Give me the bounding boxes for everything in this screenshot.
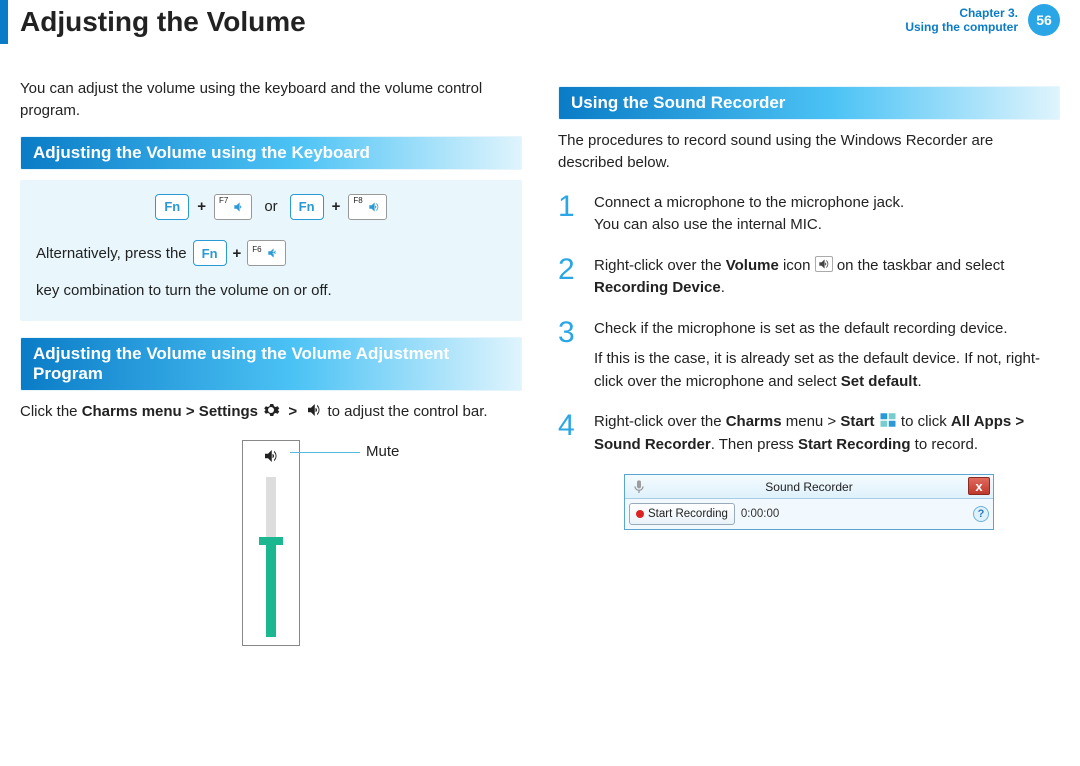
f7-key-label: F7 <box>219 196 228 205</box>
f6-key-label: F6 <box>252 242 261 259</box>
step-2: 2 Right-click over the Volume icon on th… <box>558 255 1060 300</box>
volume-icon <box>305 401 323 419</box>
step-number: 2 <box>558 255 582 300</box>
s4-sr: Start Recording <box>798 436 911 453</box>
f8-key-label: F8 <box>353 196 362 205</box>
click-charms-text: Click the Charms menu > Settings > to ad… <box>20 401 522 423</box>
volume-mute-area <box>243 447 299 469</box>
step4-text: Right-click over the Charms menu > Start… <box>594 411 1060 456</box>
charms-path: Charms menu > Settings <box>82 403 258 420</box>
step3-line2: If this is the case, it is already set a… <box>594 348 1060 393</box>
step1-line2: You can also use the internal MIC. <box>594 214 1060 237</box>
taskbar-volume-icon <box>815 256 833 272</box>
step-number: 3 <box>558 318 582 394</box>
s4-end: to record. <box>910 436 978 453</box>
gear-icon <box>262 401 280 419</box>
steps-list: 1 Connect a microphone to the microphone… <box>558 192 1060 457</box>
sound-recorder-body: Start Recording 0:00:00 ? <box>625 499 993 529</box>
s4-mid3: . Then press <box>711 436 798 453</box>
record-dot-icon <box>636 510 644 518</box>
step-4: 4 Right-click over the Charms menu > Sta… <box>558 411 1060 456</box>
volume-panel <box>242 440 300 646</box>
volume-track <box>266 477 276 637</box>
sound-recorder-title: Sound Recorder <box>765 480 852 494</box>
step-3: 3 Check if the microphone is set as the … <box>558 318 1060 394</box>
sound-recorder-titlebar: Sound Recorder x <box>625 475 993 499</box>
recorder-intro: The procedures to record sound using the… <box>558 130 1060 174</box>
step-1: 1 Connect a microphone to the microphone… <box>558 192 1060 237</box>
s4-start: Start <box>840 413 874 430</box>
start-recording-button[interactable]: Start Recording <box>629 503 735 525</box>
keyboard-info-box: Fn + F7 or Fn + F8 Alternatively, press … <box>20 180 522 321</box>
step2-text: Right-click over the Volume icon on the … <box>594 255 1060 300</box>
click-post: to adjust the control bar. <box>327 403 487 420</box>
f8-key: F8 <box>348 194 386 220</box>
f6-key: F6 <box>247 240 285 266</box>
page-title: Adjusting the Volume <box>20 6 306 37</box>
fn-key-3: Fn <box>193 240 227 266</box>
s2-rec: Recording Device <box>594 279 721 296</box>
plus-icon-2: + <box>332 198 341 215</box>
page-header: Adjusting the Volume Chapter 3. Using th… <box>0 0 1080 44</box>
plus-icon: + <box>197 198 206 215</box>
step-number: 1 <box>558 192 582 237</box>
volume-up-icon <box>366 200 382 214</box>
s4-mid1: menu > <box>782 413 841 430</box>
right-column: Using the Sound Recorder The procedures … <box>558 72 1060 646</box>
volume-fill <box>266 541 276 637</box>
s2-mid: icon <box>779 257 815 274</box>
microphone-icon <box>631 479 647 495</box>
alt-post: key combination to turn the volume on or… <box>36 275 332 307</box>
intro-text: You can adjust the volume using the keyb… <box>20 78 522 122</box>
or-text: or <box>264 198 277 215</box>
page-number-badge: 56 <box>1028 4 1060 36</box>
help-button[interactable]: ? <box>973 506 989 522</box>
section-keyboard: Adjusting the Volume using the Keyboard <box>20 136 522 170</box>
start-recording-label: Start Recording <box>648 508 728 520</box>
mute-icon <box>265 246 281 260</box>
left-column: You can adjust the volume using the keyb… <box>20 72 522 646</box>
step1-line1: Connect a microphone to the microphone j… <box>594 192 1060 215</box>
sound-recorder-figure: Sound Recorder x Start Recording 0:00:00… <box>558 474 1060 530</box>
speaker-icon <box>260 447 282 465</box>
s2-pre: Right-click over the <box>594 257 726 274</box>
s3b-bold: Set default <box>841 373 918 390</box>
s4-pre: Right-click over the <box>594 413 726 430</box>
volume-down-icon <box>231 200 247 214</box>
alt-pre: Alternatively, press the <box>36 238 187 270</box>
click-pre: Click the <box>20 403 82 420</box>
step-number: 4 <box>558 411 582 456</box>
close-button[interactable]: x <box>968 477 990 495</box>
s4-charms: Charms <box>726 413 782 430</box>
step3-line1: Check if the microphone is set as the de… <box>594 318 1060 341</box>
fn-key-2: Fn <box>290 194 324 220</box>
gt-icon: > <box>288 403 297 420</box>
fn-key: Fn <box>155 194 189 220</box>
chapter-line-1: Chapter 3. <box>905 6 1018 20</box>
plus-icon-3: + <box>233 238 242 270</box>
chapter-line-2: Using the computer <box>905 20 1018 34</box>
volume-slider-figure: Mute <box>20 440 522 646</box>
windows-icon <box>879 411 897 429</box>
alt-combo-row: Alternatively, press the Fn + F6 key com… <box>36 238 506 307</box>
mute-label: Mute <box>366 443 399 460</box>
key-combo-row: Fn + F7 or Fn + F8 <box>36 194 506 220</box>
s2-end: . <box>721 279 725 296</box>
header-chapter: Chapter 3. Using the computer 56 <box>905 4 1060 36</box>
s2-vol: Volume <box>726 257 779 274</box>
callout-line <box>290 452 360 453</box>
volume-knob <box>259 537 283 545</box>
section-program: Adjusting the Volume using the Volume Ad… <box>20 337 522 391</box>
f7-key: F7 <box>214 194 252 220</box>
s2-post: on the taskbar and select <box>833 257 1005 274</box>
recording-time: 0:00:00 <box>741 508 779 520</box>
section-recorder: Using the Sound Recorder <box>558 86 1060 120</box>
s4-mid2: to click <box>901 413 951 430</box>
sound-recorder-window: Sound Recorder x Start Recording 0:00:00… <box>624 474 994 530</box>
s3b-pre: If this is the case, it is already set a… <box>594 350 1040 390</box>
s3b-end: . <box>917 373 921 390</box>
